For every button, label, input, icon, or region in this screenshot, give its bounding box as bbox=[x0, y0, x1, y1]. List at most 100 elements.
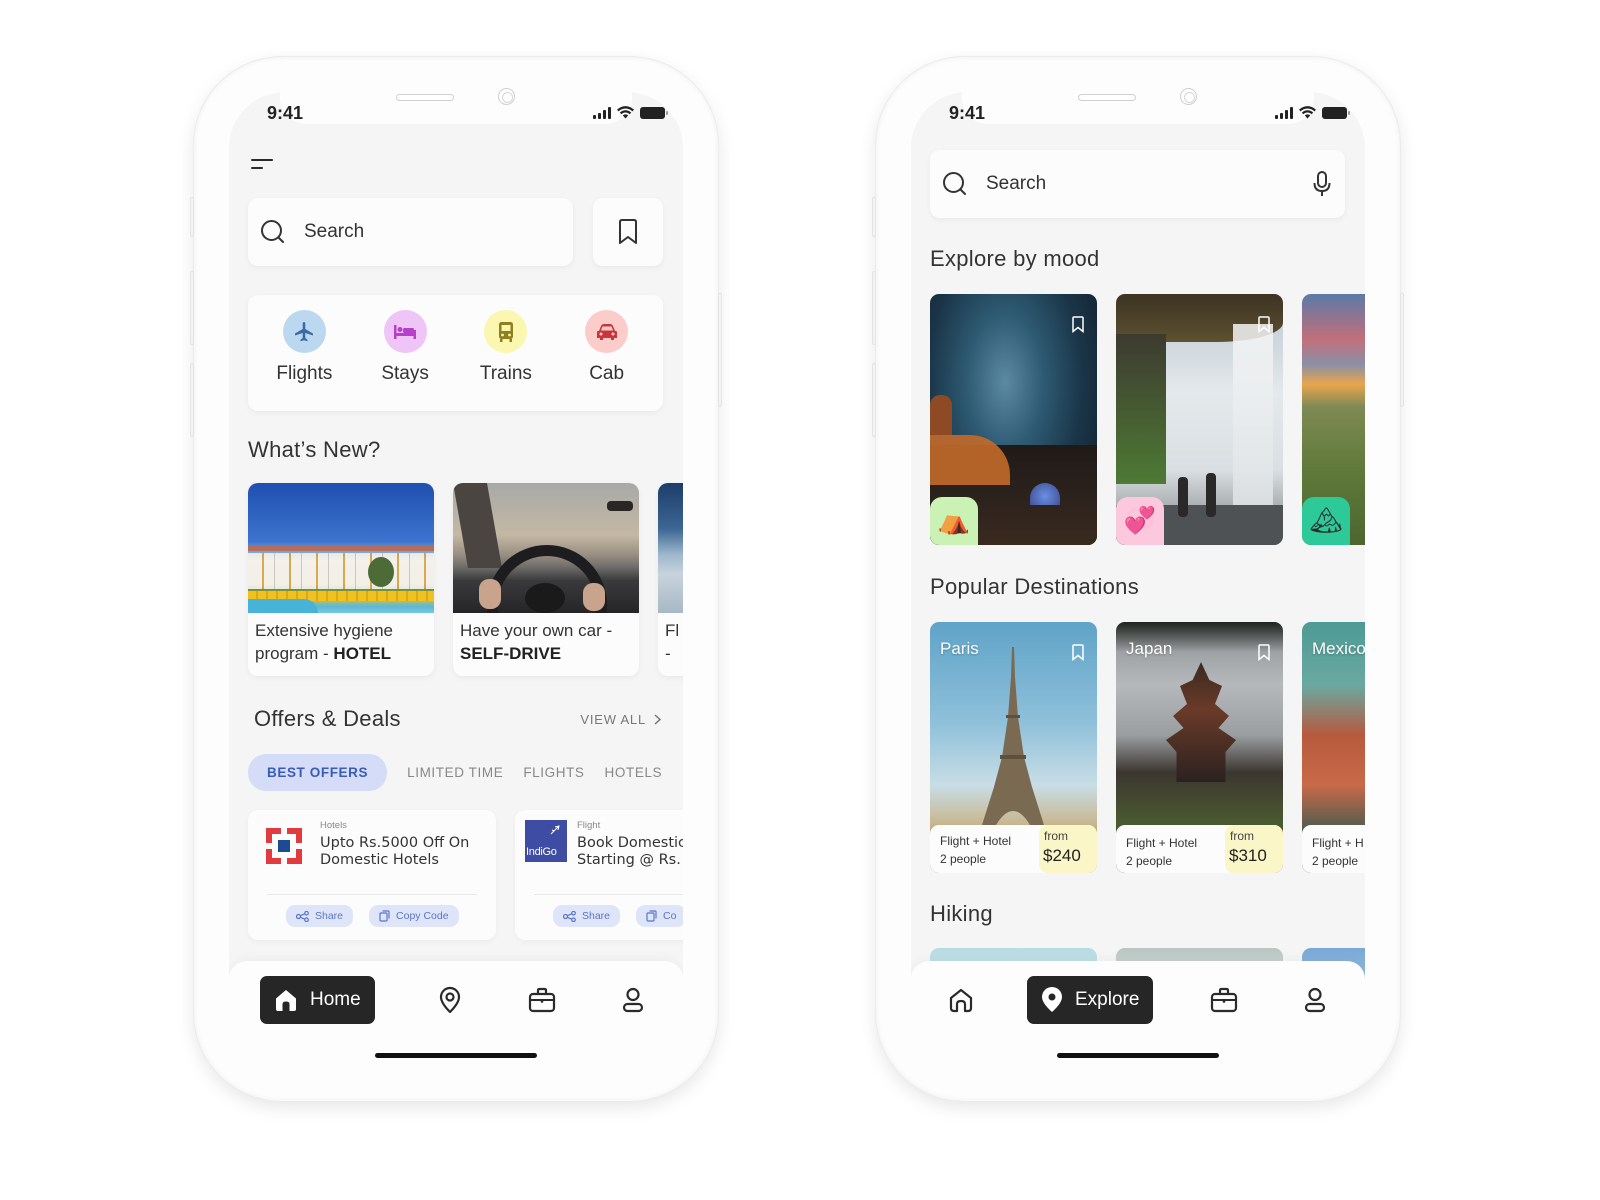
chevron-right-icon bbox=[654, 714, 661, 725]
bottom-tab-bar: Home bbox=[229, 961, 683, 1066]
destination-card-paris[interactable]: Paris Flight + Hotel 2 people from $240 bbox=[930, 622, 1097, 873]
home-indicator[interactable] bbox=[1057, 1053, 1219, 1058]
tab-profile[interactable] bbox=[621, 976, 645, 1024]
offer-card-hotels[interactable]: Hotels Upto Rs.5000 Off On Domestic Hotel… bbox=[248, 810, 496, 940]
divider bbox=[534, 894, 683, 895]
bookmark-icon[interactable] bbox=[1071, 644, 1085, 661]
whats-new-carousel[interactable]: Extensive hygiene program - HOTEL Have y… bbox=[248, 483, 683, 676]
camping-badge: ⛺ bbox=[930, 497, 978, 545]
view-all-link[interactable]: VIEW ALL bbox=[580, 712, 661, 727]
copy-code-label: Copy Code bbox=[396, 910, 449, 922]
category-trains[interactable]: Trains bbox=[461, 310, 551, 411]
tab-home[interactable]: Home bbox=[260, 976, 375, 1024]
destination-info: Flight + Hotel 2 people from $240 bbox=[930, 825, 1097, 873]
package-type: Flight + Hotel bbox=[1126, 836, 1198, 850]
category-label: Cab bbox=[589, 363, 625, 384]
category-shortcuts: Flights Stays Trains Cab bbox=[248, 295, 663, 411]
hotel-resort-image bbox=[248, 483, 434, 613]
tab-home[interactable] bbox=[947, 976, 975, 1024]
bookmark-icon[interactable] bbox=[1071, 316, 1085, 333]
news-caption-tag: - bbox=[665, 644, 671, 663]
mood-card-camping[interactable]: ⛺ bbox=[930, 294, 1097, 545]
notch bbox=[280, 92, 632, 124]
cab-icon-circle bbox=[585, 310, 629, 353]
copy-code-button[interactable]: Copy Code bbox=[369, 905, 459, 927]
battery-icon bbox=[1322, 106, 1350, 119]
destination-card-mexico[interactable]: Mexico Flight + H 2 people bbox=[1302, 622, 1365, 873]
tab-best-offers[interactable]: BEST OFFERS bbox=[248, 754, 388, 791]
search-placeholder: Search bbox=[304, 221, 365, 242]
price-from-label: from bbox=[1044, 829, 1068, 843]
tab-hotels[interactable]: HOTELS bbox=[605, 765, 663, 780]
destinations-carousel[interactable]: Paris Flight + Hotel 2 people from $240 … bbox=[930, 622, 1365, 873]
category-cab[interactable]: Cab bbox=[562, 310, 652, 411]
bookmark-icon[interactable] bbox=[1257, 644, 1271, 661]
offer-actions: Share Co bbox=[553, 905, 683, 927]
car-icon bbox=[596, 323, 617, 340]
category-stays[interactable]: Stays bbox=[360, 310, 450, 411]
menu-icon[interactable] bbox=[251, 158, 275, 174]
tab-limited-time[interactable]: LIMITED TIME bbox=[407, 765, 503, 780]
view-all-label: VIEW ALL bbox=[580, 712, 646, 727]
share-label: Share bbox=[582, 910, 611, 922]
news-card-hotel[interactable]: Extensive hygiene program - HOTEL bbox=[248, 483, 434, 676]
mood-card-romance[interactable]: 💞 bbox=[1116, 294, 1283, 545]
tab-profile[interactable] bbox=[1303, 976, 1327, 1024]
price-box: from $310 bbox=[1225, 825, 1283, 873]
tab-flights[interactable]: FLIGHTS bbox=[523, 765, 584, 780]
divider bbox=[267, 894, 477, 895]
offer-title-line: Upto Rs.5000 Off On bbox=[320, 835, 470, 851]
news-card-flight[interactable]: Fl - bbox=[658, 483, 683, 676]
people-count: 2 people bbox=[1126, 854, 1173, 868]
tab-explore[interactable] bbox=[437, 976, 463, 1024]
stays-icon-circle bbox=[383, 310, 427, 353]
share-icon bbox=[563, 910, 576, 922]
share-button[interactable]: Share bbox=[286, 905, 354, 927]
location-pin-icon bbox=[1042, 987, 1062, 1012]
flights-icon-circle bbox=[282, 310, 326, 353]
indigo-logo-text: IndiGo bbox=[526, 846, 557, 858]
popular-destinations-title: Popular Destinations bbox=[930, 574, 1140, 599]
tab-trips[interactable] bbox=[527, 976, 557, 1024]
copy-code-button[interactable]: Co bbox=[636, 905, 683, 927]
briefcase-icon bbox=[1210, 987, 1238, 1013]
offer-card-flight[interactable]: IndiGo Flight Book Domestic Starting @ Rs… bbox=[515, 810, 683, 940]
offers-carousel[interactable]: Hotels Upto Rs.5000 Off On Domestic Hotel… bbox=[248, 810, 683, 940]
whats-new-title: What’s New? bbox=[248, 437, 381, 462]
search-icon bbox=[261, 220, 284, 243]
price-from-label: from bbox=[1230, 829, 1254, 843]
tab-explore-label: Explore bbox=[1075, 989, 1140, 1010]
signal-icon bbox=[1275, 106, 1293, 119]
destination-card-japan[interactable]: Japan Flight + Hotel 2 people from $310 bbox=[1116, 622, 1283, 873]
home-indicator[interactable] bbox=[375, 1053, 537, 1058]
bookmarks-button[interactable] bbox=[593, 198, 663, 266]
phone-explore-screen: 9:41 Search Explore by mood ⛺ 💞 🏔 Popula… bbox=[872, 57, 1404, 1101]
tab-trips[interactable] bbox=[1209, 976, 1239, 1024]
explore-screen: 9:41 Search Explore by mood ⛺ 💞 🏔 Popula… bbox=[911, 92, 1365, 1066]
search-placeholder: Search bbox=[986, 173, 1047, 194]
mood-card-mountains[interactable]: 🏔 bbox=[1302, 294, 1365, 545]
hearts-icon: 💞 bbox=[1123, 506, 1157, 536]
offer-title-line: Book Domestic bbox=[577, 835, 683, 851]
front-camera bbox=[498, 88, 515, 105]
clouds-aerial-image bbox=[658, 483, 683, 613]
news-card-self-drive[interactable]: Have your own car - SELF-DRIVE bbox=[453, 483, 639, 676]
category-flights[interactable]: Flights bbox=[259, 310, 349, 411]
microphone-icon[interactable] bbox=[1313, 171, 1331, 197]
search-input[interactable]: Search bbox=[930, 150, 1345, 218]
mood-carousel[interactable]: ⛺ 💞 🏔 bbox=[930, 294, 1365, 545]
tab-home-label: Home bbox=[310, 989, 361, 1010]
mute-switch bbox=[190, 197, 194, 237]
price-value: $310 bbox=[1229, 846, 1267, 865]
train-icon bbox=[498, 321, 513, 342]
power-button bbox=[1400, 293, 1404, 407]
news-caption-tag: SELF-DRIVE bbox=[460, 644, 562, 663]
tab-explore[interactable]: Explore bbox=[1027, 976, 1154, 1024]
bookmark-icon[interactable] bbox=[1257, 316, 1271, 333]
price-box: from $240 bbox=[1039, 825, 1097, 873]
share-button[interactable]: Share bbox=[553, 905, 621, 927]
bookmark-icon bbox=[619, 219, 637, 244]
search-input[interactable]: Search bbox=[248, 198, 573, 266]
destination-info: Flight + H 2 people bbox=[1302, 825, 1365, 873]
category-label: Flights bbox=[276, 363, 333, 384]
